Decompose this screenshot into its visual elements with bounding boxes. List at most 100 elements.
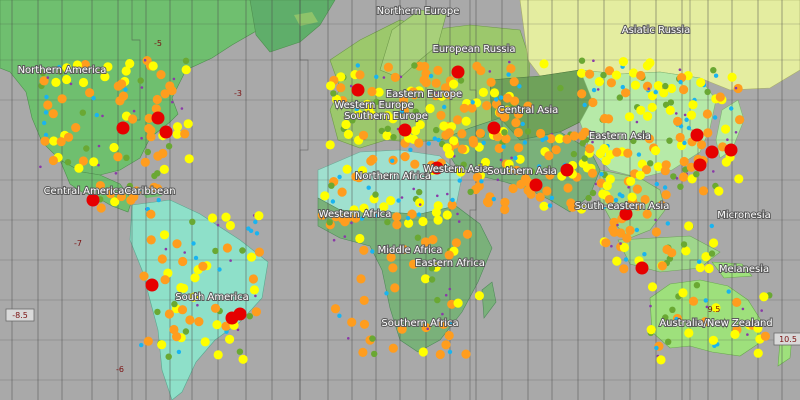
city-dot: [612, 256, 622, 266]
city-dot: [123, 154, 130, 161]
city-dot: [712, 115, 718, 120]
city-dot: [207, 213, 218, 223]
city-dot: [94, 112, 100, 118]
city-dot: [549, 195, 555, 201]
city-dot: [418, 347, 428, 357]
map-canvas[interactable]: Northern Europe Asiatic Russia Northern Am…: [0, 0, 800, 400]
city-dot: [479, 179, 484, 184]
city-dot: [688, 296, 699, 306]
region-label: Western Asia: [423, 164, 488, 175]
city-dot: [343, 235, 347, 238]
region-label: South-eastern Asia: [575, 201, 670, 212]
city-dot: [143, 58, 147, 62]
city-dot: [191, 241, 196, 246]
city-dot: [594, 77, 605, 87]
metropolis-dot: [529, 178, 543, 192]
city-dot: [642, 81, 653, 91]
city-dot: [42, 120, 47, 126]
city-dot: [337, 187, 347, 197]
city-dot: [157, 254, 167, 264]
city-dot: [730, 329, 740, 339]
city-dot: [712, 170, 715, 173]
city-dot: [436, 194, 439, 198]
city-dot: [509, 77, 519, 87]
city-dot: [482, 197, 493, 207]
timezone-offset-label: 9.5: [708, 305, 721, 314]
city-dot: [578, 57, 586, 64]
city-dot: [177, 305, 188, 315]
city-dot: [144, 123, 154, 134]
region-label: European Russia: [433, 44, 516, 55]
city-dot: [642, 61, 653, 71]
city-dot: [64, 159, 72, 166]
metropolis-dot: [724, 143, 738, 157]
region-label: Central America: [44, 186, 125, 197]
city-dot: [40, 136, 50, 146]
city-dot: [44, 94, 49, 100]
city-dot: [442, 104, 447, 110]
city-dot: [121, 66, 131, 76]
city-dot: [517, 84, 522, 89]
timezone-offset-label: -8.5: [12, 311, 28, 320]
city-dot: [143, 336, 153, 346]
city-dot: [254, 294, 257, 298]
city-dot: [392, 220, 402, 230]
city-dot: [651, 227, 662, 237]
city-dot: [165, 353, 172, 360]
region-label: Southern Africa: [381, 318, 458, 329]
city-dot: [442, 143, 452, 153]
region-label: Micronesia: [717, 210, 771, 221]
city-dot: [585, 69, 595, 79]
city-dot: [634, 227, 640, 233]
city-dot: [414, 138, 424, 148]
city-dot: [96, 203, 106, 213]
city-dot: [582, 102, 587, 108]
city-dot: [328, 182, 335, 189]
city-dot: [97, 144, 101, 148]
metropolis-dot: [705, 145, 719, 159]
city-dot: [428, 73, 434, 79]
city-dot: [212, 320, 222, 330]
city-dot: [446, 192, 449, 196]
city-dot: [635, 170, 645, 180]
city-dot: [604, 114, 614, 124]
city-dot: [470, 100, 475, 105]
city-dot: [390, 72, 400, 82]
city-dot: [57, 94, 67, 104]
city-dot: [366, 185, 371, 190]
city-dot: [400, 152, 410, 162]
city-dot: [684, 117, 689, 123]
city-dot: [489, 88, 500, 98]
city-dot: [665, 221, 670, 226]
city-dot: [461, 116, 471, 126]
city-dot: [753, 348, 763, 358]
city-dot: [62, 74, 72, 85]
city-dot: [577, 89, 587, 99]
city-dot: [171, 100, 174, 104]
timezone-offset-label: -6: [116, 365, 124, 374]
city-dot: [183, 251, 186, 254]
city-dot: [343, 129, 353, 139]
city-dot: [51, 77, 61, 87]
city-dot: [665, 338, 672, 345]
region-label: Eastern Africa: [415, 258, 485, 269]
city-dot: [69, 82, 73, 86]
city-dot: [457, 144, 467, 154]
city-dot: [194, 317, 204, 327]
city-dot: [39, 165, 42, 169]
city-dot: [164, 247, 168, 251]
city-dot: [326, 81, 336, 91]
city-dot: [562, 134, 572, 144]
city-dot: [156, 70, 166, 80]
city-dot: [696, 140, 707, 150]
city-dot: [347, 337, 350, 340]
world-map[interactable]: Northern Europe Asiatic Russia Northern Am…: [0, 0, 800, 400]
metropolis-dot: [116, 121, 130, 135]
city-dot: [114, 172, 118, 175]
city-dot: [189, 218, 196, 225]
city-dot: [494, 97, 499, 102]
city-dot: [539, 201, 549, 211]
city-dot: [326, 219, 333, 226]
city-dot: [396, 198, 401, 203]
city-dot: [428, 235, 438, 245]
